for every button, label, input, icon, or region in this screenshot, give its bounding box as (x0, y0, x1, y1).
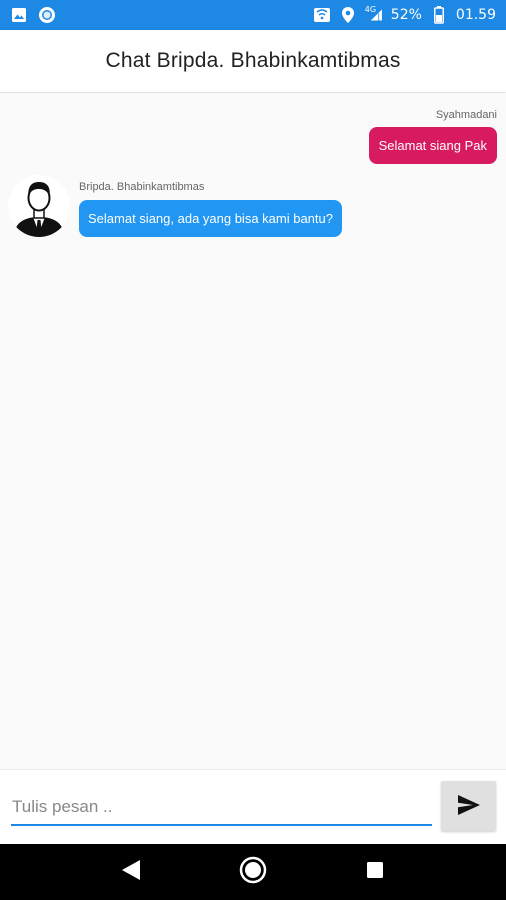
cast-icon (313, 6, 331, 24)
send-icon (457, 794, 481, 819)
record-icon (38, 6, 56, 24)
back-icon (121, 859, 141, 886)
battery-icon (430, 6, 448, 24)
outgoing-message: Syahmadani Selamat siang Pak (368, 109, 497, 164)
incoming-sender-name: Bripda. Bhabinkamtibmas (79, 181, 205, 193)
status-right-icons: 4G 52% 01.59 (313, 4, 496, 24)
system-nav-bar (0, 844, 506, 900)
status-time: 01.59 (455, 7, 496, 23)
page-title: Chat Bripda. Bhabinkamtibmas (105, 49, 401, 72)
incoming-message: Bripda. Bhabinkamtibmas Selamat siang, a… (8, 175, 342, 237)
battery-percent: 52% (390, 7, 422, 23)
chat-messages-area[interactable]: Syahmadani Selamat siang Pak Bripda. Bha… (0, 93, 506, 769)
message-composer (0, 769, 506, 844)
outgoing-message-bubble[interactable]: Selamat siang Pak (368, 127, 497, 164)
send-button[interactable] (441, 781, 496, 831)
incoming-message-body: Bripda. Bhabinkamtibmas Selamat siang, a… (79, 181, 342, 237)
outgoing-sender-name: Syahmadani (435, 109, 497, 121)
status-bar: 4G 52% 01.59 (0, 0, 506, 30)
recents-button[interactable] (355, 852, 395, 892)
network-type-label: 4G (364, 4, 377, 14)
officer-avatar-icon (8, 175, 70, 237)
status-left-icons (10, 6, 56, 24)
home-button[interactable] (233, 852, 273, 892)
incoming-message-bubble[interactable]: Selamat siang, ada yang bisa kami bantu? (79, 200, 342, 237)
app-bar: Chat Bripda. Bhabinkamtibmas (0, 30, 506, 92)
signal-icon: 4G (364, 4, 383, 24)
recents-icon (366, 861, 384, 884)
back-button[interactable] (111, 852, 151, 892)
home-icon (239, 856, 267, 889)
location-icon (339, 6, 357, 24)
image-icon (10, 6, 28, 24)
message-input[interactable] (11, 790, 432, 826)
